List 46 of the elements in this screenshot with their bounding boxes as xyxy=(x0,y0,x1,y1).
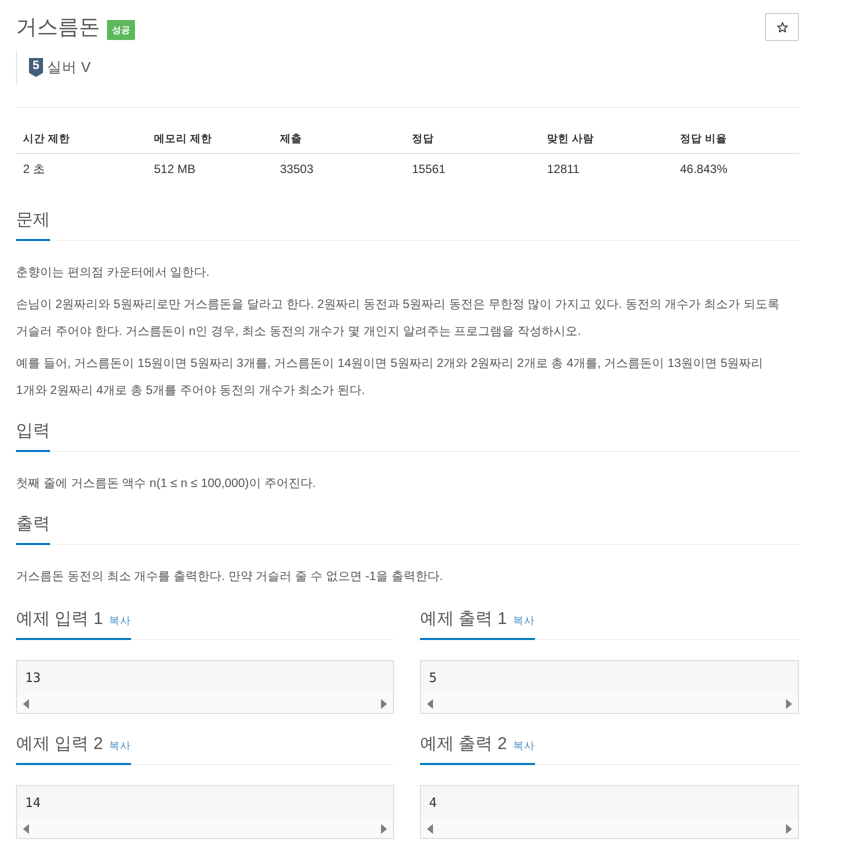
scroll-right-icon[interactable] xyxy=(381,698,387,708)
column-header: 정답 xyxy=(405,125,540,154)
scroll-left-icon[interactable] xyxy=(427,824,433,834)
column-header: 시간 제한 xyxy=(16,125,147,154)
table-cell: 2 초 xyxy=(16,154,147,184)
sample-text: 14 xyxy=(24,795,42,813)
copy-link[interactable]: 복사 xyxy=(512,614,535,628)
paragraph: 손님이 2원짜리와 5원짜리로만 거스름돈을 달라고 한다. 2원짜리 동전과 5원짜리 동전은 무한정 많이 가지고 있다. 동전의 개수가 최소가 되도록 거슬러 주어야 한다. 거스름돈이 n인 경우, 최소 동전의 개수가 몇 개인지 알려주는 프로그램을 작성하시오. xyxy=(16,296,780,340)
table-cell: 512 MB xyxy=(147,154,273,184)
column-header: 맞힌 사람 xyxy=(540,125,673,154)
copy-link[interactable]: 복사 xyxy=(512,739,535,753)
scroll-right-icon[interactable] xyxy=(381,824,387,834)
section-heading: 문제 xyxy=(16,209,50,231)
scroll-right-icon[interactable] xyxy=(786,698,792,708)
sample-text: 4 xyxy=(428,795,438,813)
table-cell: 15561 xyxy=(405,154,540,184)
paragraph: 예를 들어, 거스름돈이 15원이면 5원짜리 3개를, 거스름돈이 14원이면 5원짜리 2개와 2원짜리 2개로 총 4개를, 거스름돈이 13원이면 5원짜리 1개와 2원짜리 4개로 총 5개를 주어야 동전의 개수가 최소가 된다. xyxy=(16,355,764,399)
copy-link[interactable]: 복사 xyxy=(108,614,131,628)
tier-name: 실버 V xyxy=(47,59,91,77)
scroll-right-icon[interactable] xyxy=(786,824,792,834)
sample-heading: 예제 입력 1 xyxy=(16,608,103,630)
sample-heading: 예제 입력 2 xyxy=(16,733,103,755)
paragraph: 거스름돈 동전의 최소 개수를 출력한다. 만약 거슬러 줄 수 없으면 -1을 출력한다. xyxy=(16,568,444,585)
tier-badge: 5 xyxy=(29,58,43,77)
scroll-left-icon[interactable] xyxy=(427,698,433,708)
table-cell: 46.843% xyxy=(673,154,799,184)
star-button[interactable] xyxy=(765,13,799,41)
copy-link[interactable]: 복사 xyxy=(108,739,131,753)
column-header: 제출 xyxy=(273,125,405,154)
scroll-left-icon[interactable] xyxy=(23,698,29,708)
table-cell: 33503 xyxy=(273,154,405,184)
section-heading: 입력 xyxy=(16,420,50,442)
column-header: 메모리 제한 xyxy=(147,125,273,154)
scroll-left-icon[interactable] xyxy=(23,824,29,834)
sample-heading: 예제 출력 1 xyxy=(420,608,507,630)
star-icon xyxy=(776,22,788,32)
sample-heading: 예제 출력 2 xyxy=(420,733,507,755)
table-cell: 12811 xyxy=(540,154,673,184)
sample-text: 13 xyxy=(24,670,42,688)
sample-text: 5 xyxy=(428,670,438,688)
problem-title: 거스름돈 xyxy=(16,15,100,41)
result-badge: 성공 xyxy=(107,20,135,40)
paragraph: 첫째 줄에 거스름돈 액수 n(1 ≤ n ≤ 100,000)이 주어진다. xyxy=(16,475,317,492)
section-heading: 출력 xyxy=(16,513,50,535)
paragraph: 춘향이는 편의점 카운터에서 일한다. xyxy=(16,264,211,281)
column-header: 정답 비율 xyxy=(673,125,799,154)
